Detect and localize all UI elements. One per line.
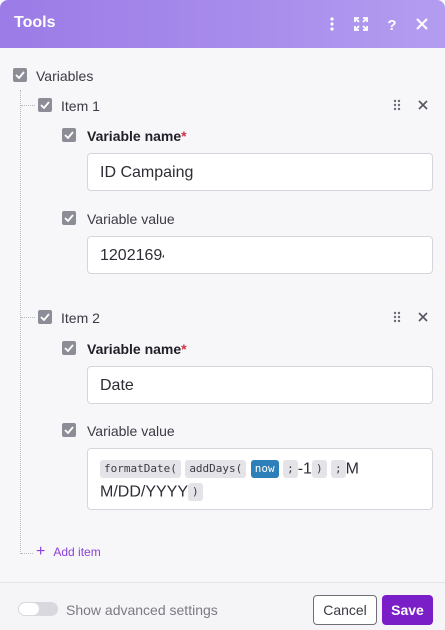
variables-checkbox[interactable] xyxy=(13,68,27,82)
variable-name-input[interactable]: ID Campaing xyxy=(87,153,433,191)
svg-text:?: ? xyxy=(387,17,396,32)
variable-name-label-text: Variable name xyxy=(87,341,182,357)
required-mark: * xyxy=(181,128,187,144)
separator-pill[interactable]: ; xyxy=(331,459,346,478)
variable-name-label-text: Variable name xyxy=(87,128,182,144)
drag-handle-icon[interactable] xyxy=(390,98,404,112)
toggle-knob xyxy=(19,603,39,615)
cancel-button[interactable]: Cancel xyxy=(313,595,377,625)
add-item-button[interactable]: + Add item xyxy=(36,543,101,560)
help-icon[interactable]: ? xyxy=(382,14,402,34)
drag-handle-icon[interactable] xyxy=(390,310,404,324)
tree-branch xyxy=(21,105,35,106)
expression-text: M xyxy=(345,460,359,478)
advanced-settings-label: Show advanced settings xyxy=(66,602,218,618)
item-1-value-checkbox[interactable] xyxy=(62,211,76,225)
add-item-label: Add item xyxy=(53,545,101,559)
more-vertical-icon[interactable] xyxy=(322,14,342,34)
item-2-name-checkbox[interactable] xyxy=(62,341,76,355)
tree-branch xyxy=(21,553,33,554)
tools-panel-body: Variables Item 1 Variable name* ID Campa… xyxy=(0,48,445,582)
tools-panel-header: Tools ? xyxy=(0,0,445,48)
tree-branch xyxy=(21,317,35,318)
item-2-label: Item 2 xyxy=(61,310,100,326)
variable-value-text: 12021694 xyxy=(100,247,164,264)
advanced-settings-toggle[interactable] xyxy=(18,602,58,616)
variables-label: Variables xyxy=(36,68,94,84)
item-1-label: Item 1 xyxy=(61,98,100,114)
panel-footer: Show advanced settings Cancel Save xyxy=(0,582,445,630)
item-2-value-checkbox[interactable] xyxy=(62,423,76,437)
function-pill[interactable]: formatDate( xyxy=(100,459,181,478)
close-icon[interactable] xyxy=(412,14,432,34)
separator-pill[interactable]: ; xyxy=(283,459,298,478)
variable-value-label: Variable value xyxy=(87,211,175,227)
function-pill[interactable]: addDays( xyxy=(185,459,247,478)
variable-name-label: Variable name* xyxy=(87,128,187,144)
item-1-name-checkbox[interactable] xyxy=(62,128,76,142)
panel-title: Tools xyxy=(14,14,56,31)
variable-value-expression-input[interactable]: formatDate( addDays( now ; -1) ; M M/DD/YY… xyxy=(87,448,433,510)
expand-icon[interactable] xyxy=(351,14,371,34)
variable-value-input[interactable]: 12021694 xyxy=(87,236,433,274)
keyword-pill[interactable]: now xyxy=(250,459,279,478)
bracket-pill[interactable]: ) xyxy=(311,459,327,478)
variable-value-label: Variable value xyxy=(87,423,175,439)
item-2-checkbox[interactable] xyxy=(38,310,52,324)
variable-name-label: Variable name* xyxy=(87,341,187,357)
remove-item-2-icon[interactable] xyxy=(416,310,430,324)
remove-item-1-icon[interactable] xyxy=(416,98,430,112)
expression-text: M/DD/YYYY xyxy=(100,483,189,501)
save-button[interactable]: Save xyxy=(382,595,433,625)
item-1-checkbox[interactable] xyxy=(38,98,52,112)
tree-line xyxy=(20,90,21,554)
required-mark: * xyxy=(181,341,187,357)
bracket-pill[interactable]: ) xyxy=(188,483,203,502)
plus-icon: + xyxy=(36,543,46,560)
variable-name-input[interactable]: Date xyxy=(87,366,433,404)
expression-text: -1 xyxy=(297,460,312,478)
